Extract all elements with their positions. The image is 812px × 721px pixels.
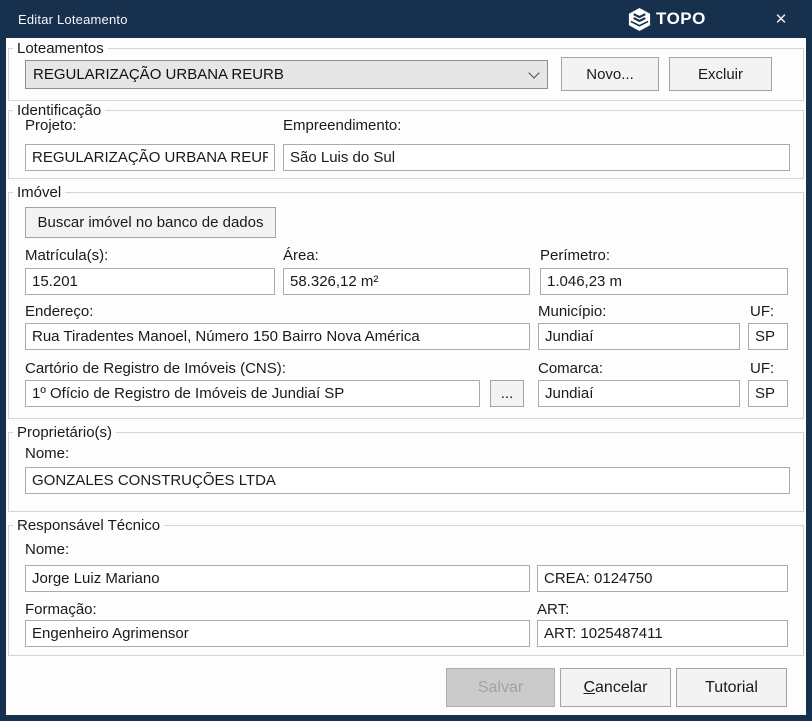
tutorial-button[interactable]: Tutorial [676, 668, 787, 707]
matricula-input[interactable] [25, 268, 275, 295]
art-label: ART: [537, 601, 569, 618]
perimetro-label: Perímetro: [540, 247, 610, 264]
cartorio-browse-button[interactable]: ... [490, 380, 524, 407]
excluir-button-label: Excluir [698, 66, 743, 83]
formacao-input[interactable] [25, 620, 530, 647]
group-proprietarios-title: Proprietário(s) [13, 424, 116, 441]
loteamento-selected-value: REGULARIZAÇÃO URBANA REURB [26, 66, 521, 83]
uf-input[interactable] [748, 323, 788, 350]
comarca-input[interactable] [538, 380, 740, 407]
title-bar: Editar Loteamento TOPO ✕ [0, 0, 812, 38]
crea-input[interactable] [537, 565, 788, 592]
matricula-label: Matrícula(s): [25, 247, 108, 264]
proprietario-nome-input[interactable] [25, 467, 790, 494]
projeto-input[interactable] [25, 144, 275, 171]
group-loteamentos-title: Loteamentos [13, 40, 108, 57]
excluir-button[interactable]: Excluir [669, 57, 772, 91]
art-input[interactable] [537, 620, 788, 647]
brand-name: TOPO [656, 9, 706, 29]
endereco-input[interactable] [25, 323, 530, 350]
uf2-label: UF: [750, 360, 774, 377]
buscar-imovel-button[interactable]: Buscar imóvel no banco de dados [25, 207, 276, 238]
endereco-label: Endereço: [25, 303, 93, 320]
proprietario-nome-label: Nome: [25, 445, 69, 462]
responsavel-nome-label: Nome: [25, 541, 69, 558]
novo-button-label: Novo... [586, 66, 634, 83]
salvar-button-label: Salvar [478, 679, 523, 697]
close-icon[interactable]: ✕ [766, 0, 796, 38]
salvar-button[interactable]: Salvar [446, 668, 555, 707]
novo-button[interactable]: Novo... [561, 57, 659, 91]
empreendimento-input[interactable] [283, 144, 790, 171]
cartorio-browse-label: ... [501, 385, 514, 402]
area-input[interactable] [283, 268, 530, 295]
cartorio-label: Cartório de Registro de Imóveis (CNS): [25, 360, 286, 377]
cancelar-button-label: Cancelar [583, 679, 647, 697]
brand-logo: TOPO [627, 6, 706, 32]
projeto-label: Projeto: [25, 117, 77, 134]
cancelar-button[interactable]: Cancelar [560, 668, 671, 707]
municipio-input[interactable] [538, 323, 740, 350]
loteamento-select[interactable]: REGULARIZAÇÃO URBANA REURB [25, 60, 548, 89]
group-imovel-title: Imóvel [13, 184, 65, 201]
empreendimento-label: Empreendimento: [283, 117, 401, 134]
window-title: Editar Loteamento [18, 0, 128, 38]
responsavel-nome-input[interactable] [25, 565, 530, 592]
group-responsavel-title: Responsável Técnico [13, 517, 164, 534]
formacao-label: Formação: [25, 601, 97, 618]
buscar-imovel-button-label: Buscar imóvel no banco de dados [38, 214, 264, 231]
comarca-label: Comarca: [538, 360, 603, 377]
municipio-label: Município: [538, 303, 606, 320]
chevron-down-icon [521, 73, 547, 77]
uf-label: UF: [750, 303, 774, 320]
cartorio-input[interactable] [25, 380, 480, 407]
tutorial-button-label: Tutorial [705, 679, 758, 697]
perimetro-input[interactable] [540, 268, 788, 295]
topo-logo-icon [627, 7, 652, 32]
area-label: Área: [283, 247, 319, 264]
dialog-window: Editar Loteamento TOPO ✕ Loteamentos REG… [0, 0, 812, 721]
uf2-input[interactable] [748, 380, 788, 407]
